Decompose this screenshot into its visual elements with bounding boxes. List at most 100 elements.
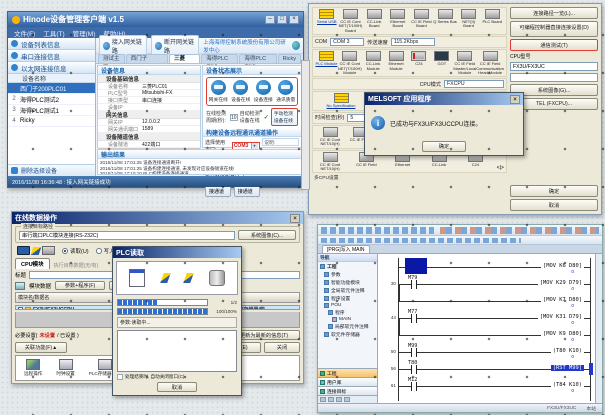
co-ccie-cont[interactable]: CC IE Cont NET/10(H) [315,152,345,172]
board-icon [485,9,500,19]
auto-close-checkbox[interactable] [117,374,123,380]
net-ccie-cont[interactable]: CC IE Cont NET/10(H) [315,127,345,147]
cancel-button[interactable]: 取消 [510,199,598,211]
main-toolbar[interactable] [318,225,602,236]
pc-cclink-board[interactable]: CC-Link Board [362,9,386,29]
interval-input[interactable]: 10 [230,114,238,121]
tab-mitsubishi[interactable]: 三菱PLC01 [169,54,200,63]
module-icon [366,51,381,61]
tab-ricky[interactable]: Ricky [278,54,301,63]
pc-net2-board[interactable]: NET(II) Board [457,9,481,29]
device-row[interactable]: 2海得PLC测试2 [8,94,95,105]
pc-ethernet-board[interactable]: Ethernet Board [386,9,410,29]
ladder-rung[interactable]: 56T80[RST M99] [399,360,590,377]
toolbar-icons[interactable] [321,238,521,243]
tree-item[interactable]: 局部软元件注释 [318,322,377,330]
delete-device-button[interactable]: 删除选择设备 [8,164,95,176]
ladder-rung[interactable]: 61M12(T84 K10)0 [399,377,590,394]
related-functions-button[interactable]: 关联功能(F)▲ [15,342,67,353]
pc-ccie-field-board[interactable]: CC IE Field Board [410,9,434,29]
device-row[interactable]: 1西门子200PLC01 [8,83,95,94]
tree-item[interactable]: 全局软元件注释 [318,286,377,294]
plc-got[interactable]: GOT [430,51,453,66]
toolbar-icons[interactable] [321,227,434,234]
menu-tools[interactable]: 工具(T) [43,28,64,38]
tree-item[interactable]: 程序 [318,308,377,316]
tree-item[interactable]: 智能功能模块 [318,278,377,286]
tree-project-root[interactable]: 工程 [318,262,377,270]
maximize-button[interactable]: □ [277,15,287,24]
output-log[interactable]: 2016/11/08 17:01:25 设备连接通道断开! 2016/11/08… [98,159,301,174]
title-bar[interactable]: Hinode设备管理客户端 v1.5 –□× [8,12,303,27]
progress-cancel-button[interactable]: 取消 [157,382,197,392]
nav-mini-buttons[interactable] [318,395,377,403]
plc-cclink-module[interactable]: CC-Link Module [362,51,385,71]
pc-plc-board[interactable]: PLC Board [480,9,504,24]
close-dialog-button[interactable]: 关闭 [264,342,300,353]
melsoft-ok-button[interactable]: 确定 [422,141,466,152]
communication-test-button[interactable]: 通信测试(T) [510,39,598,51]
close-icon[interactable]: × [290,214,300,223]
tab-home[interactable]: 测试主页 [98,54,125,63]
step-number: 56 [379,366,396,371]
plc-ccie-cont-module[interactable]: CC IE Cont NET(T/100H) Module [338,51,362,75]
close-button[interactable]: × [289,15,299,24]
progress-list [117,330,237,372]
secondary-toolbar[interactable] [318,236,602,245]
plc-module[interactable]: PLC Module [315,51,338,66]
sidebar-section-ethernet[interactable]: 以太网连接信息 [8,62,95,74]
direct-connection-button[interactable]: 可编程控制器直接连接设置(D) [510,21,598,37]
active-document-tab[interactable]: [PRG]写入 MAIN [322,245,370,253]
radio-read[interactable]: 读取(U) [62,247,89,255]
sidebar-section-device-list[interactable]: 设备列表信息 [8,38,95,50]
device-row[interactable]: 4Ricky [8,116,95,127]
route-pager[interactable]: <|> [497,165,504,171]
tab-haide1[interactable]: 海得PLC测试1 [239,54,276,63]
pc-q-series-bus[interactable]: Q Series Bus [433,9,457,24]
cpu-module-tab[interactable]: CPU模块 [15,258,50,269]
station-icon [334,93,349,103]
baud-field[interactable]: 115.2Kbps [391,38,435,46]
ladder-edit-area[interactable]: [MOV K6 D80]0 30M79[MOV K29 D79]0 [MOV K… [378,254,602,403]
ladder-rung[interactable]: [MOV K6 D80]0 [399,258,590,275]
com-port-field[interactable]: COM 3 [330,38,364,46]
ok-button[interactable]: 确定 [510,185,598,197]
plc-c24[interactable]: C24 [408,51,431,66]
sidebar-section-serial[interactable]: 串口连接信息 [8,50,95,62]
auto-check-mark[interactable]: ✓ [264,114,269,121]
nav-userlib-button[interactable]: 用户库 [318,377,377,386]
system-image-button[interactable]: 系统图像(C)... [238,230,296,240]
nav-connection-button[interactable]: 连接目标 [318,386,377,395]
ladder-rung[interactable]: 44M77[MOV K31 D79]0 [399,309,590,326]
no-specification[interactable]: No Specification [315,93,367,108]
tab-siemens200[interactable]: 西门子200PLC01 [126,54,168,63]
cpu-mode-field[interactable]: FXCPU [444,80,504,88]
manual-detect-button[interactable]: 手动检测设备在线 [271,108,298,126]
selected-cell[interactable] [405,258,427,274]
tree-item[interactable]: 程序设置 [318,294,377,302]
plc-ccie-field-master[interactable]: CC IE Field Master/Local Module [453,51,476,75]
connection-path-list-button[interactable]: 连接路径一览(L)... [510,7,598,19]
param-program-button[interactable]: 参数+程序(F) [55,281,105,290]
close-icon[interactable]: × [510,95,520,104]
ladder-branch[interactable]: [MOV K9 D80]0 [399,326,590,343]
vertical-scrollbar[interactable] [595,254,602,403]
ladder-rung[interactable]: 30M79[MOV K29 D79]0 [399,275,590,292]
plc-ccie-field-head[interactable]: CC IE Field Communication Head Module [476,51,504,75]
nav-project-button[interactable]: 工程 [318,368,377,377]
tree-item[interactable]: 软元件存储器 [318,330,377,338]
plc-ethernet-module[interactable]: Ethernet Module [385,51,408,71]
device-row[interactable]: 3海得PLC测试1 [8,105,95,116]
minimize-button[interactable]: – [265,15,275,24]
menu-manage[interactable]: 管理(M) [73,28,96,38]
tab-haide2[interactable]: 海得PLC测试2 [201,54,238,63]
tree-item[interactable]: 参数 [318,270,377,278]
toolbar-icons[interactable] [440,227,599,234]
clock-setting-button[interactable]: 时钟设置 [56,359,74,377]
pc-serial-usb[interactable]: Serial USB [315,9,339,24]
pc-ccie-cont-board[interactable]: CC IE Cont NET(T/100H) Board [339,9,363,33]
remote-operation-button[interactable]: 远程操作 [24,359,42,377]
ladder-branch[interactable]: [MOV K7 D80]0 [399,292,590,309]
ladder-rung[interactable]: 50M99(T80 K10)0 [399,343,590,360]
menu-file[interactable]: 文件(F) [14,28,35,38]
